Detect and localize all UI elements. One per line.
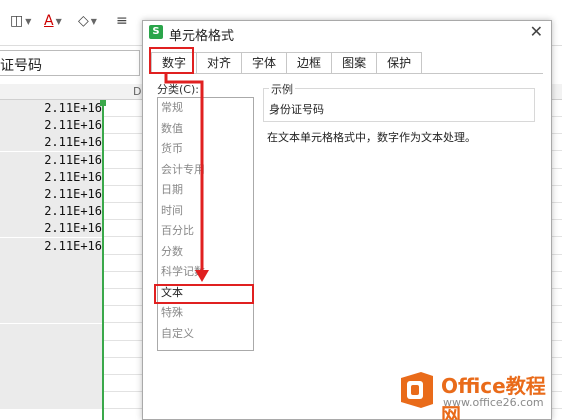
- watermark: Office教程网 www.office26.com: [393, 366, 558, 420]
- watermark-url: www.office26.com: [443, 396, 544, 409]
- annotation-arrow: [164, 74, 209, 282]
- office-logo-icon: [401, 372, 433, 408]
- watermark-title: Office教程网: [441, 374, 546, 420]
